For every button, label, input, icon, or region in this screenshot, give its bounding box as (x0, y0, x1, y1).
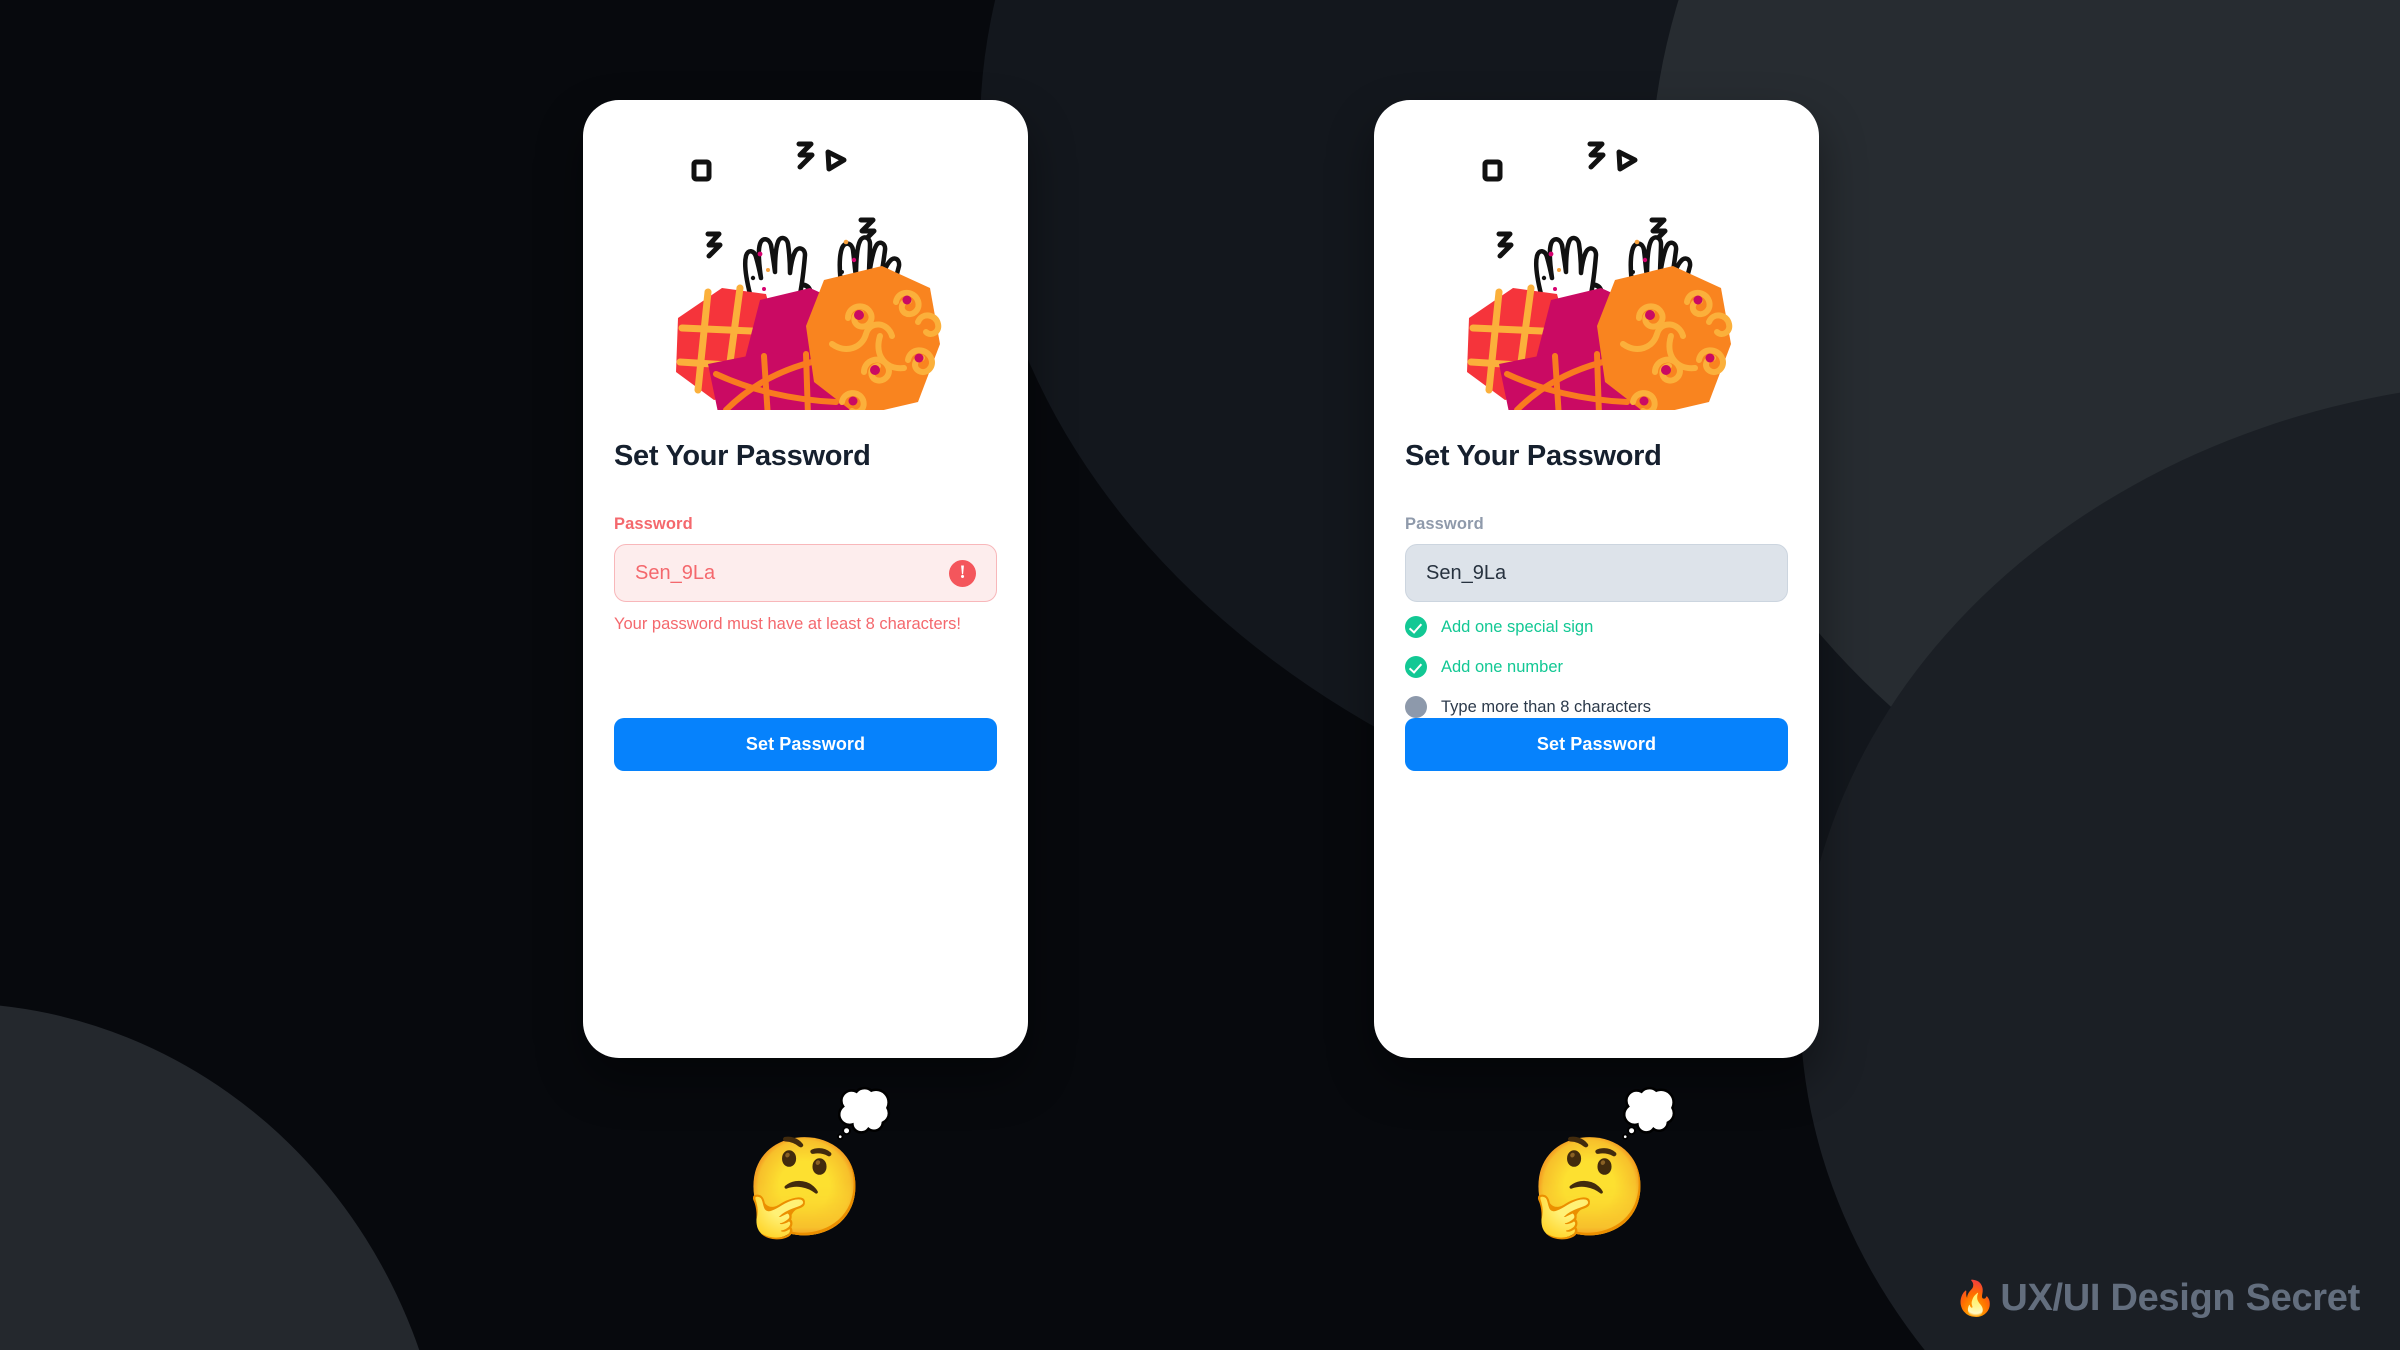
requirement-item: Add one special sign (1405, 614, 1788, 640)
password-field-label: Password (1405, 515, 1484, 533)
pending-circle-icon (1405, 696, 1427, 718)
requirement-item: Add one number (1405, 654, 1788, 680)
password-requirements-list: Add one special sign Add one number Type… (1405, 614, 1788, 734)
requirement-label: Add one number (1441, 657, 1564, 676)
check-circle-icon (1405, 616, 1427, 638)
password-error-message: Your password must have at least 8 chara… (614, 615, 961, 633)
password-input[interactable]: Sen_9La (1405, 544, 1788, 602)
requirement-label: Add one special sign (1441, 617, 1594, 636)
raised-hands-confetti-illustration (1447, 122, 1747, 410)
page-title: Set Your Password (1405, 440, 1662, 472)
raised-hands-confetti-illustration (656, 122, 956, 410)
fire-icon: 🔥 (1954, 1279, 1997, 1318)
thinking-face-icon: 🤔 (1530, 1134, 1650, 1241)
watermark-text: UX/UI Design Secret (2000, 1277, 2360, 1319)
password-card-checklist-state: Set Your Password Password Sen_9La Add o… (1374, 100, 1819, 1058)
password-input-value: Sen_9La (1426, 561, 1507, 584)
check-circle-icon (1405, 656, 1427, 678)
password-input[interactable]: Sen_9La ! (614, 544, 997, 602)
password-field-label: Password (614, 515, 693, 533)
requirement-label: Type more than 8 characters (1441, 697, 1652, 716)
password-input-value: Sen_9La (635, 561, 716, 584)
background-circle-bottom-left (0, 1003, 450, 1350)
error-exclamation-icon: ! (949, 559, 976, 587)
password-card-error-state: Set Your Password Password Sen_9La ! You… (583, 100, 1028, 1058)
watermark: 🔥 UX/UI Design Secret (1954, 1277, 2360, 1320)
background-canvas (0, 0, 2400, 1350)
thinking-face-icon: 🤔 (745, 1134, 865, 1241)
requirement-item: Type more than 8 characters (1405, 694, 1788, 720)
thought-bubble-icon: 💭 (1620, 1087, 1678, 1139)
set-password-button[interactable]: Set Password (1405, 718, 1788, 771)
thought-bubble-icon: 💭 (835, 1087, 893, 1139)
page-title: Set Your Password (614, 440, 871, 472)
set-password-button[interactable]: Set Password (614, 718, 997, 771)
